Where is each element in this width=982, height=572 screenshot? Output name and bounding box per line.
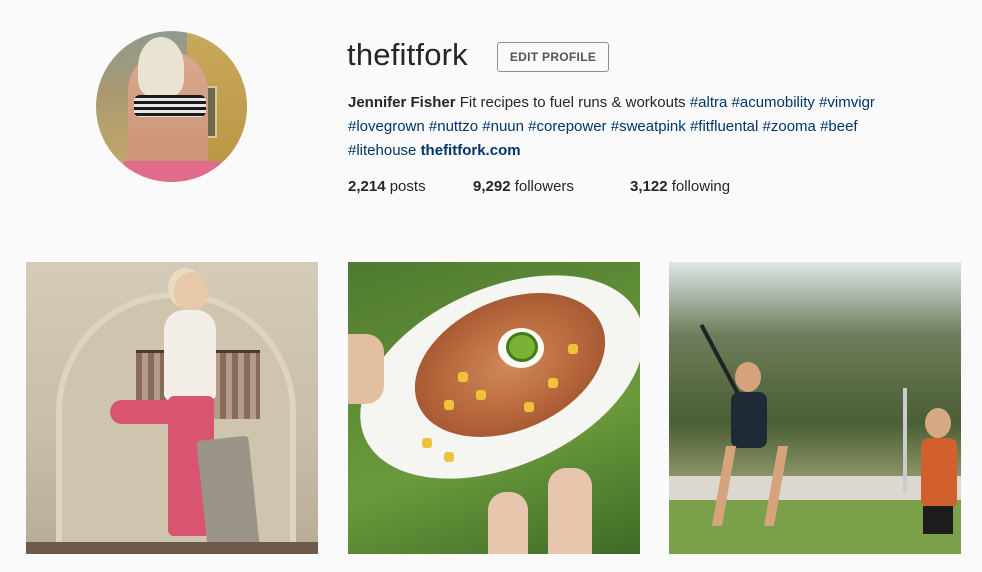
photo-kid-head	[925, 408, 951, 438]
posts-stat: 2,214 posts	[348, 178, 473, 195]
posts-count: 2,214	[348, 178, 386, 195]
photo-corn	[422, 438, 432, 448]
photo-corn	[476, 390, 486, 400]
photo-jalapeno	[506, 332, 538, 362]
hashtag-link[interactable]: #fitfluental	[690, 118, 758, 135]
photo-kid-shorts	[923, 506, 953, 534]
hashtag-link[interactable]: #vimvigr	[819, 94, 875, 111]
photo-hand	[348, 334, 384, 404]
avatar-figure-top	[134, 95, 206, 117]
photo-person-bent-leg	[110, 400, 190, 424]
photo-corn	[548, 378, 558, 388]
hashtag-link[interactable]: #nuttzo	[429, 118, 478, 135]
avatar-figure-shorts	[124, 161, 220, 182]
photo-player-head	[735, 362, 761, 392]
photo-rocks	[669, 476, 961, 502]
photo-corn	[458, 372, 468, 382]
photo-grass	[669, 500, 961, 554]
photo-kid-shirt	[921, 438, 957, 508]
hashtag-link[interactable]: #litehouse	[348, 142, 416, 159]
followers-stat[interactable]: 9,292 followers	[473, 178, 630, 195]
photo-corn	[444, 452, 454, 462]
photo-floor	[26, 542, 318, 554]
hashtag-link[interactable]: #altra	[690, 94, 728, 111]
following-stat[interactable]: 3,122 following	[630, 178, 730, 195]
photo-player-shirt	[731, 392, 767, 448]
hashtag-link[interactable]: #lovegrown	[348, 118, 425, 135]
avatar-figure-hair	[138, 37, 184, 97]
following-label: following	[671, 178, 731, 195]
hashtag-link[interactable]: #nuun	[482, 118, 524, 135]
followers-count: 9,292	[473, 178, 511, 195]
profile-website-link[interactable]: thefitfork.com	[421, 142, 521, 159]
edit-profile-button[interactable]: EDIT PROFILE	[497, 42, 609, 72]
photo-foot	[488, 492, 528, 554]
post-thumbnail-lacrosse[interactable]	[669, 262, 961, 554]
profile-avatar[interactable]	[96, 31, 247, 182]
photo-corn	[568, 344, 578, 354]
post-thumbnail-yoga[interactable]	[26, 262, 318, 554]
photo-person-top	[164, 310, 216, 400]
photo-corn	[444, 400, 454, 410]
photo-foot	[548, 468, 592, 554]
hashtag-link[interactable]: #corepower	[528, 118, 606, 135]
photo-corn	[524, 402, 534, 412]
profile-bio: Jennifer Fisher Fit recipes to fuel runs…	[348, 91, 948, 163]
profile-username: thefitfork	[347, 37, 468, 72]
following-count: 3,122	[630, 178, 668, 195]
hashtag-link[interactable]: #beef	[820, 118, 858, 135]
profile-stats: 2,214 posts 9,292 followers 3,122 follow…	[348, 178, 730, 195]
hashtag-link[interactable]: #zooma	[763, 118, 816, 135]
hashtag-link[interactable]: #sweatpink	[611, 118, 686, 135]
hashtag-link[interactable]: #acumobility	[732, 94, 815, 111]
post-thumbnail-sweet-potato[interactable]	[348, 262, 640, 554]
photo-lacrosse-stick	[903, 388, 907, 492]
posts-label: posts	[389, 178, 426, 195]
followers-label: followers	[514, 178, 574, 195]
bio-full-name: Jennifer Fisher	[348, 94, 456, 111]
photo-person-head	[174, 272, 208, 312]
bio-text: Fit recipes to fuel runs & workouts	[455, 94, 690, 111]
